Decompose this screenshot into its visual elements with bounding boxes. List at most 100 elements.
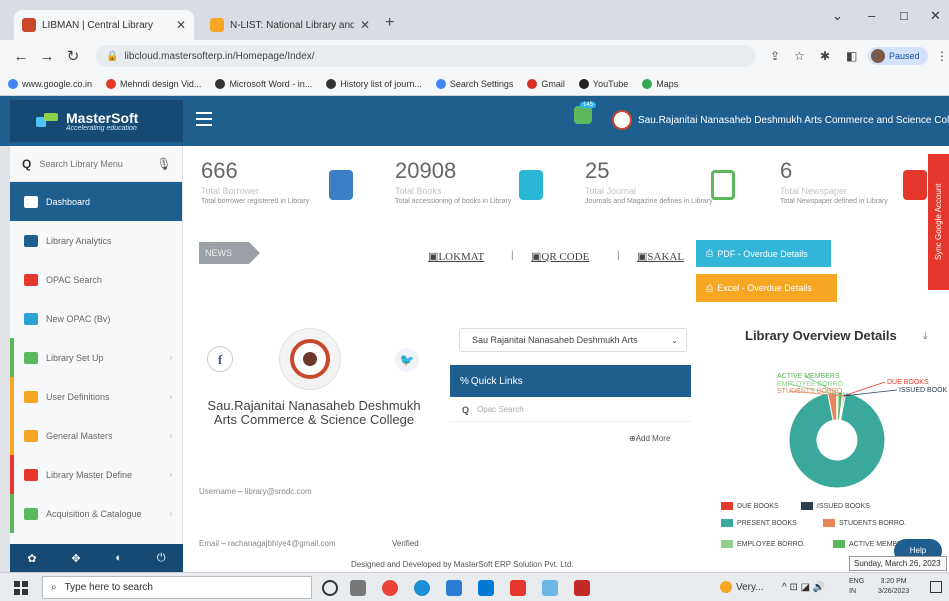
bookmark-item[interactable]: Mehndi design Vid...: [106, 78, 202, 89]
tab-libman[interactable]: LIBMAN | Central Library ✕: [14, 10, 194, 40]
profile-button[interactable]: Paused: [868, 47, 928, 65]
sidebar-search-input[interactable]: [39, 158, 157, 169]
fullscreen-icon[interactable]: ✥: [71, 552, 80, 565]
maximize-icon[interactable]: □: [900, 8, 908, 23]
stat-card[interactable]: 20908 Total Books Total accessioning of bo…: [395, 158, 511, 205]
sidebar-item-label: Library Master Define: [46, 469, 133, 480]
mail-icon[interactable]: [446, 580, 462, 596]
system-tray-icons[interactable]: ^ ⊡ ◪ 🔊: [782, 582, 825, 593]
new-tab-icon[interactable]: +: [385, 14, 394, 32]
legend-item[interactable]: DUE BOOKS: [721, 502, 779, 510]
twitter-icon[interactable]: 🐦: [395, 348, 419, 372]
taskbar-clock[interactable]: 3:20 PM 3/26/2023: [878, 577, 909, 597]
stat-card[interactable]: 666 Total Borrower Total borrower register…: [201, 158, 309, 205]
stat-value: 6: [780, 158, 793, 183]
copy-icon: [711, 170, 735, 200]
tab-nlist[interactable]: N-LIST: National Library and Inf... ✕: [202, 10, 378, 40]
reload-icon[interactable]: ↻: [60, 47, 86, 65]
facebook-icon[interactable]: f: [207, 346, 233, 372]
menu-dots-icon[interactable]: ⋮: [936, 49, 948, 63]
sidebar-item-user-definitions[interactable]: User Definitions ›: [10, 377, 182, 416]
sidebar-item-library-master-define[interactable]: Library Master Define ›: [10, 455, 182, 494]
legend-item[interactable]: PRESENT BOOKS: [721, 519, 797, 527]
stat-label: Total Borrower: [201, 186, 260, 196]
bookmark-item[interactable]: History list of journ...: [326, 78, 422, 89]
bookmark-item[interactable]: YouTube: [578, 78, 628, 89]
notifications-icon[interactable]: [930, 581, 942, 593]
google-icon: [435, 78, 446, 89]
bookmark-item[interactable]: Microsoft Word - in...: [215, 78, 312, 89]
tab-list-icon[interactable]: ⌄: [832, 8, 843, 24]
pdf-reader-icon[interactable]: [510, 580, 526, 596]
files-icon[interactable]: [542, 580, 558, 596]
chrome-icon[interactable]: [382, 580, 398, 596]
close-tab-icon[interactable]: ✕: [354, 18, 370, 32]
sidebar-item-library-set-up[interactable]: Library Set Up ›: [10, 338, 182, 377]
bookmark-label: Mehndi design Vid...: [120, 78, 202, 89]
back-icon[interactable]: ←: [8, 48, 34, 65]
excel-overdue-button[interactable]: ⎙ Excel - Overdue Details: [696, 274, 837, 302]
side-panel-icon[interactable]: ◧: [846, 49, 857, 63]
legend-item[interactable]: ISSUED BOOKS: [801, 502, 870, 510]
stat-card[interactable]: 25 Total Journal Journals and Magazine def…: [585, 158, 713, 205]
notification-icon[interactable]: [574, 106, 592, 124]
power-icon[interactable]: ⏻: [157, 552, 166, 565]
bookmark-item[interactable]: www.google.co.in: [8, 78, 92, 89]
chevron-right-icon: ›: [169, 392, 172, 401]
lock-screen-icon[interactable]: ◐: [115, 552, 122, 564]
sidebar-item-acquisition-catalogue[interactable]: Acquisition & Catalogue ›: [10, 494, 182, 533]
chevron-right-icon: ›: [169, 509, 172, 518]
sync-google-account-tab[interactable]: Sync Google Account: [928, 154, 949, 290]
input-language[interactable]: ENG IN: [849, 577, 864, 597]
chevron-right-icon: ›: [169, 353, 172, 362]
college-logo-small: [612, 110, 632, 130]
microphone-icon[interactable]: 🎙: [156, 157, 171, 171]
task-view-icon[interactable]: [350, 580, 366, 596]
url-field[interactable]: 🔒 libcloud.mastersofterp.in/Homepage/Ind…: [96, 45, 756, 67]
cortana-icon[interactable]: [322, 580, 338, 596]
sidebar-item-label: General Masters: [46, 430, 113, 441]
extensions-icon[interactable]: ✱: [820, 49, 830, 63]
window-close-icon[interactable]: ✕: [930, 8, 941, 24]
settings-icon[interactable]: ✿: [27, 552, 36, 565]
forward-icon[interactable]: →: [34, 48, 60, 65]
hamburger-menu-icon[interactable]: [196, 112, 212, 126]
legend-item[interactable]: EMPLOYEE BORRO.: [721, 540, 805, 548]
bookmark-item[interactable]: Gmail: [527, 78, 565, 89]
weather-widget[interactable]: Very...: [720, 581, 764, 593]
edge-icon[interactable]: [414, 580, 430, 596]
sidebar-item-library-analytics[interactable]: Library Analytics: [10, 221, 182, 260]
college-select[interactable]: Sau Rajanitai Nanasaheb Deshmukh Arts ⌄: [459, 328, 687, 352]
app-header: MasterSoft Accelerating education 145 Sa…: [0, 96, 949, 146]
share-icon[interactable]: ⇪: [770, 49, 780, 63]
taskbar-search[interactable]: ⌕ Type here to search: [42, 576, 312, 599]
footer-credit: Designed and Developed by MasterSoft ERP…: [351, 560, 574, 569]
pdf-overdue-button[interactable]: ⎙ PDF - Overdue Details: [696, 240, 831, 267]
weather-icon: [720, 581, 732, 593]
news-item-lokmat[interactable]: ▣LOKMAT: [428, 250, 484, 263]
news-item-qr-code[interactable]: ▣QR CODE: [531, 250, 589, 263]
stat-card[interactable]: 6 Total Newspaper Total Newspaper defined …: [780, 158, 888, 205]
opac-search-link[interactable]: Q Opac Search: [450, 398, 691, 422]
sidebar-item-opac-search[interactable]: OPAC Search: [10, 260, 182, 299]
mastersoft-logo[interactable]: MasterSoft Accelerating education: [10, 100, 183, 142]
add-more-link[interactable]: ⊕Add More: [629, 434, 670, 443]
bookmark-star-icon[interactable]: ☆: [794, 49, 805, 63]
windows-taskbar: ⌕ Type here to search Very... ^ ⊡ ◪ 🔊 EN…: [0, 572, 949, 601]
sidebar-item-dashboard[interactable]: Dashboard: [10, 182, 182, 221]
windows-start-icon[interactable]: [14, 581, 28, 595]
chevron-down-icon: ⌄: [671, 335, 678, 345]
bookmark-item[interactable]: Search Settings: [435, 78, 513, 89]
download-icon[interactable]: ⤓: [923, 330, 928, 343]
minimize-icon[interactable]: –: [868, 8, 875, 23]
news-item-sakal[interactable]: ▣SAKAL: [637, 250, 684, 263]
legend-item[interactable]: STUDENTS BORRO.: [823, 519, 906, 527]
sidebar-item-general-masters[interactable]: General Masters ›: [10, 416, 182, 455]
sidebar-item-label: User Definitions: [46, 391, 110, 402]
app-icon[interactable]: [574, 580, 590, 596]
store-icon[interactable]: [478, 580, 494, 596]
sidebar-item-new-opac-bv[interactable]: New OPAC (Bv): [10, 299, 182, 338]
callout-label: EMPLOYEE BORRO.: [777, 381, 845, 388]
close-tab-icon[interactable]: ✕: [170, 18, 186, 32]
bookmark-item[interactable]: Maps: [642, 78, 678, 89]
